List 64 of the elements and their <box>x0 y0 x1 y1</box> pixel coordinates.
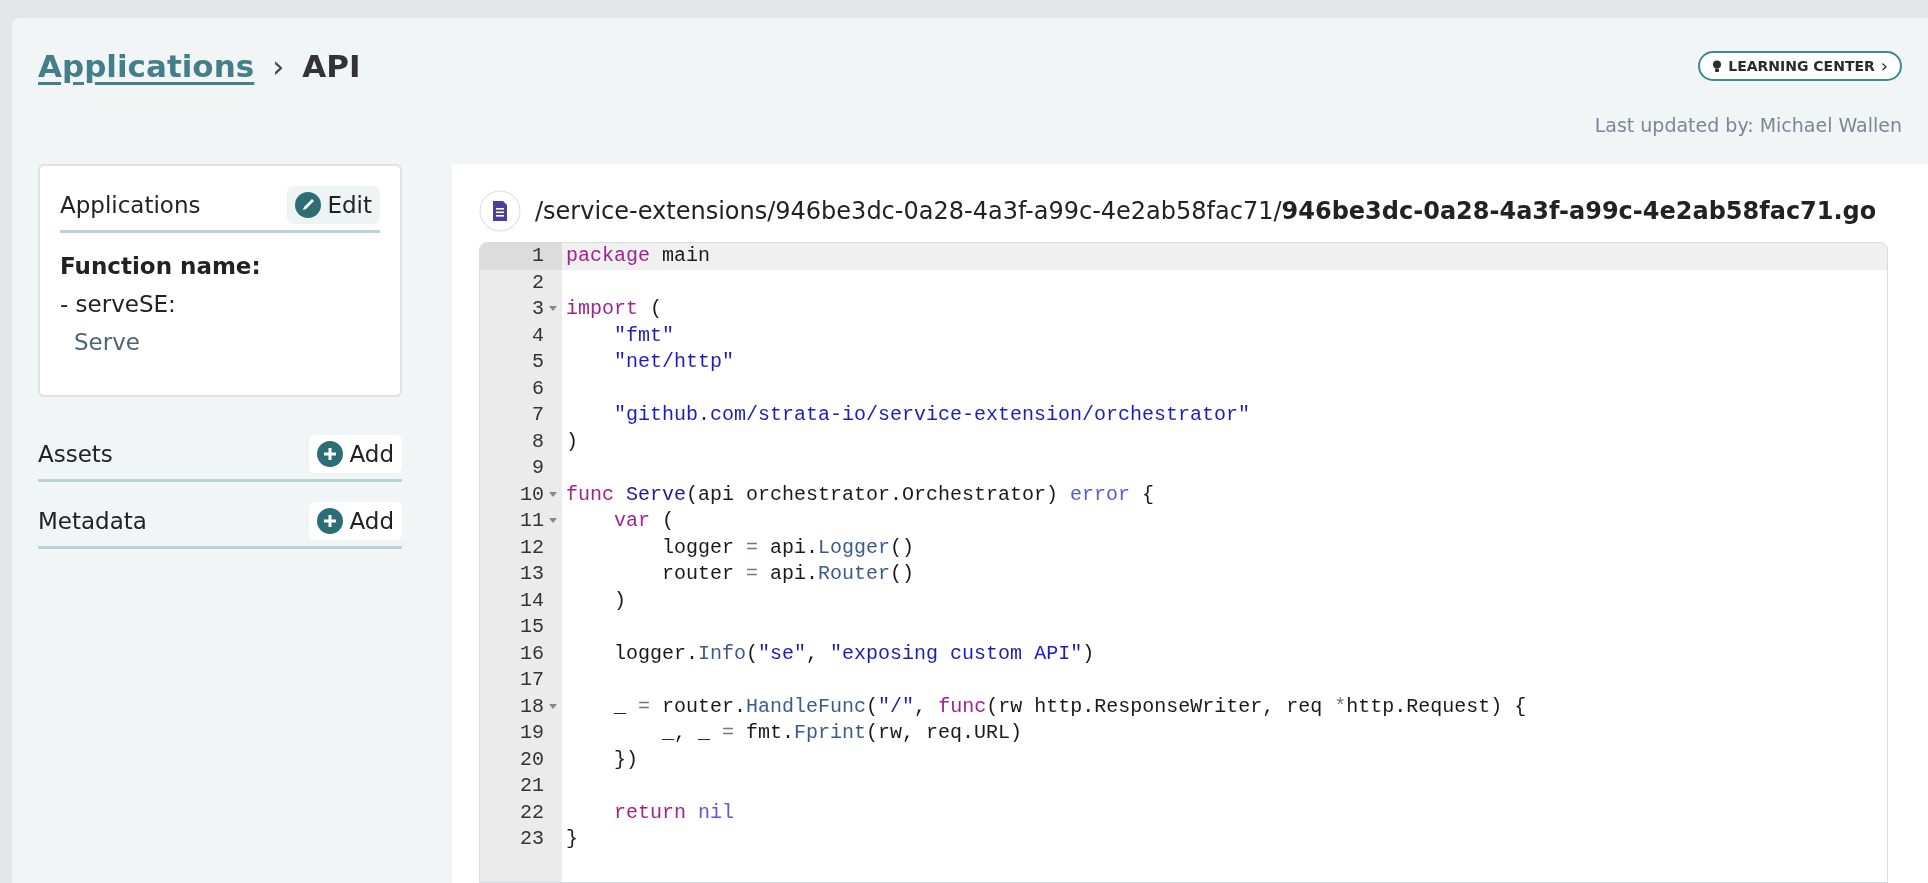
code-line: import ( <box>565 296 663 322</box>
edit-button[interactable]: Edit <box>287 186 380 224</box>
code-line: ) <box>565 428 578 455</box>
lightbulb-icon <box>1712 59 1723 73</box>
function-value: Serve <box>73 329 141 355</box>
code-line: }) <box>613 746 638 773</box>
line-number: 18 <box>520 693 544 720</box>
learning-center-button[interactable]: LEARNING CENTER › <box>1698 51 1902 81</box>
line-number: 12 <box>520 534 544 561</box>
line-number: 9 <box>532 455 544 481</box>
line-number: 4 <box>532 322 544 349</box>
line-number: 15 <box>520 614 544 640</box>
line-number: 14 <box>520 587 544 614</box>
line-number: 11 <box>520 508 544 534</box>
line-number: 22 <box>520 799 544 826</box>
line-number: 13 <box>520 561 544 587</box>
code-line: logger.Info("se", "exposing custom API") <box>613 640 1095 667</box>
plus-icon <box>317 508 344 534</box>
code-line: logger = api.Logger() <box>661 534 915 561</box>
fold-icon[interactable] <box>549 306 557 313</box>
field-label: Function name: <box>60 253 262 279</box>
code-line: _ = router.HandleFunc("/", func(rw http.ResponseWriter, req *http.Request) { <box>613 693 1527 720</box>
fold-icon[interactable] <box>549 491 557 498</box>
line-number: 20 <box>520 746 544 773</box>
plus-icon <box>317 441 344 467</box>
page-title: API <box>302 48 361 84</box>
fold-icon[interactable] <box>549 518 557 525</box>
line-number: 6 <box>532 375 544 402</box>
code-line: "net/http" <box>613 349 735 375</box>
code-line: package main <box>565 243 711 269</box>
line-number: 23 <box>520 826 544 852</box>
add-button[interactable]: Add <box>309 502 402 540</box>
line-number: 5 <box>532 349 544 375</box>
code-line: var ( <box>613 508 675 534</box>
document-icon <box>479 190 521 232</box>
line-number: 8 <box>532 428 544 455</box>
line-number: 10 <box>520 481 544 508</box>
line-number: 16 <box>520 640 544 667</box>
add-button[interactable]: Add <box>309 435 402 473</box>
code-line: "github.com/strata-io/service-extension/orchestrator" <box>613 402 1251 428</box>
code-line: "fmt" <box>613 322 675 349</box>
line-number: 19 <box>520 720 544 746</box>
section-title: Assets <box>38 441 113 467</box>
function-entry: - serveSE: <box>60 291 177 317</box>
line-number: 1 <box>532 243 544 269</box>
code-line: } <box>565 826 578 852</box>
code-line: func Serve(api orchestrator.Orchestrator) error { <box>565 481 1155 508</box>
line-number: 21 <box>520 773 544 799</box>
code-line: router = api.Router() <box>661 561 915 587</box>
card-title: Applications <box>60 192 201 218</box>
code-line: ) <box>613 587 626 614</box>
line-number: 7 <box>532 402 544 428</box>
code-line: _, _ = fmt.Fprint(rw, req.URL) <box>661 720 1023 746</box>
breadcrumb-link[interactable]: Applications <box>38 48 255 84</box>
code-line: return nil <box>613 799 735 826</box>
pencil-icon <box>295 192 322 218</box>
line-number: 17 <box>520 667 544 693</box>
last-updated-text: Last updated by: Michael Wallen <box>1594 114 1902 136</box>
line-number: 2 <box>532 269 544 296</box>
section-title: Metadata <box>38 508 147 534</box>
file-path: /service-extensions/946be3dc-0a28-4a3f-a99c-4e2ab58fac71/946be3dc-0a28-4a3f-a99c-4e2ab58fac71.go <box>535 197 1877 225</box>
breadcrumb-separator: › <box>272 48 285 84</box>
line-number: 3 <box>532 296 544 322</box>
fold-icon[interactable] <box>549 703 557 710</box>
